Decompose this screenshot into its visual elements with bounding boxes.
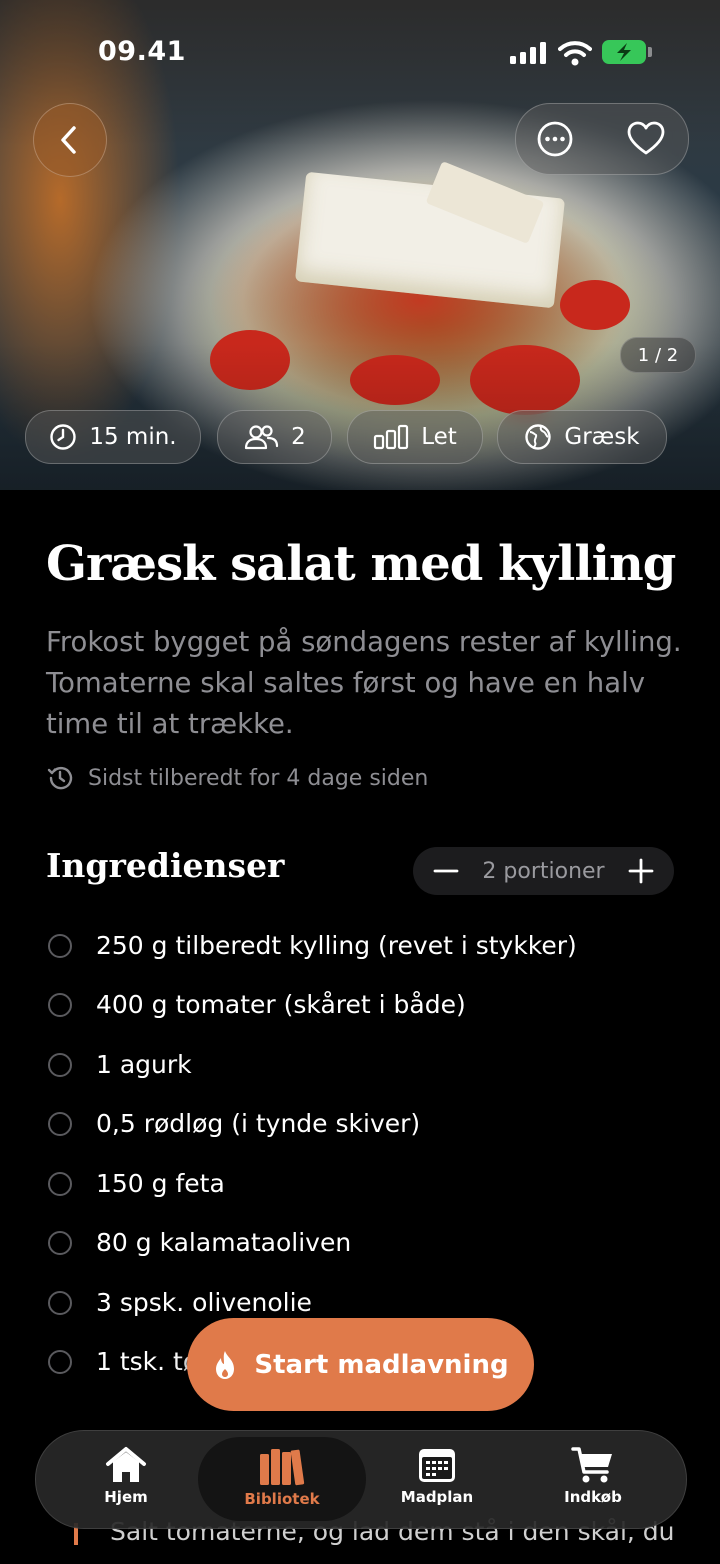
- back-button[interactable]: [33, 103, 107, 177]
- ingredient-item[interactable]: 0,5 rødløg (i tynde skiver): [48, 1109, 420, 1138]
- ingredient-item[interactable]: 1 agurk: [48, 1050, 192, 1079]
- ingredient-label: 3 spsk. olivenolie: [96, 1288, 312, 1317]
- ingredient-item[interactable]: 3 spsk. olivenolie: [48, 1288, 312, 1317]
- plus-icon[interactable]: [628, 858, 654, 884]
- ingredient-item[interactable]: 80 g kalamataoliven: [48, 1228, 351, 1257]
- recipe-title: Græsk salat med kylling: [46, 536, 676, 592]
- library-icon: [260, 1449, 305, 1486]
- meta-servings-pill: 2: [217, 410, 332, 464]
- flame-icon: [216, 1350, 235, 1379]
- checkbox-circle-icon[interactable]: [48, 1230, 72, 1255]
- checkbox-circle-icon[interactable]: [48, 1111, 72, 1136]
- ingredient-label: 150 g feta: [96, 1169, 225, 1198]
- tab-shopping[interactable]: Indkøb: [528, 1446, 658, 1506]
- image-counter: 1 / 2: [620, 337, 696, 373]
- last-cooked-label: Sidst tilberedt for 4 dage siden: [88, 765, 429, 791]
- ingredient-item[interactable]: 250 g tilberedt kylling (revet i stykker…: [48, 931, 577, 960]
- start-cooking-button[interactable]: Start madlavning: [187, 1318, 534, 1411]
- action-buttons-group: [515, 103, 689, 175]
- people-icon: [245, 425, 279, 450]
- portions-label: 2 portioner: [482, 858, 605, 884]
- globe-icon: [525, 424, 552, 450]
- calendar-icon: [419, 1449, 455, 1482]
- recipe-description: Frokost bygget på søndagens rester af ky…: [46, 626, 682, 740]
- tab-library[interactable]: Bibliotek: [217, 1446, 347, 1508]
- difficulty-bars-icon: [374, 424, 409, 450]
- ingredient-label: 250 g tilberedt kylling (revet i stykker…: [96, 931, 577, 960]
- tab-shopping-label: Indkøb: [564, 1488, 622, 1506]
- ingredient-label: 400 g tomater (skåret i både): [96, 990, 466, 1019]
- favorite-heart-icon[interactable]: [627, 121, 665, 157]
- portion-stepper: 2 portioner: [413, 847, 674, 895]
- ingredient-label: 1 agurk: [96, 1050, 192, 1079]
- ingredient-label: 0,5 rødløg (i tynde skiver): [96, 1109, 421, 1138]
- chevron-left-icon: [61, 126, 76, 154]
- tab-home[interactable]: Hjem: [61, 1446, 191, 1506]
- history-icon: [47, 766, 73, 790]
- battery-tip: [648, 47, 652, 57]
- checkbox-circle-icon[interactable]: [48, 1171, 72, 1196]
- ingredient-item[interactable]: 400 g tomater (skåret i både): [48, 990, 466, 1019]
- tab-library-label: Bibliotek: [244, 1490, 320, 1508]
- meta-difficulty-label: Let: [421, 424, 457, 450]
- tab-home-label: Hjem: [104, 1488, 148, 1506]
- meta-time-pill: 15 min.: [25, 410, 201, 464]
- home-icon: [106, 1447, 146, 1482]
- start-cooking-label: Start madlavning: [254, 1349, 509, 1380]
- minus-icon[interactable]: [433, 858, 459, 884]
- tab-meal-plan[interactable]: Madplan: [372, 1446, 502, 1506]
- wifi-icon: [558, 41, 592, 66]
- checkbox-circle-icon[interactable]: [48, 933, 72, 958]
- meta-difficulty-pill: Let: [347, 410, 483, 464]
- cellular-signal-icon: [510, 42, 550, 64]
- checkbox-circle-icon[interactable]: [48, 1052, 72, 1077]
- ingredient-label: 1 tsk. tø: [96, 1347, 199, 1376]
- meta-cuisine-pill: Græsk: [497, 410, 667, 464]
- tab-meal-plan-label: Madplan: [400, 1488, 474, 1506]
- checkbox-circle-icon[interactable]: [48, 992, 72, 1017]
- battery-icon: [602, 40, 646, 64]
- checkbox-circle-icon[interactable]: [48, 1349, 72, 1374]
- ingredients-heading: Ingredienser: [46, 846, 285, 885]
- last-cooked-row: Sidst tilberedt for 4 dage siden: [46, 764, 428, 792]
- ingredient-item[interactable]: 1 tsk. tø: [48, 1347, 198, 1376]
- meta-cuisine-label: Græsk: [564, 424, 640, 450]
- clock-icon: [50, 424, 77, 450]
- ingredient-item[interactable]: 150 g feta: [48, 1169, 225, 1198]
- cart-icon: [571, 1447, 612, 1483]
- ingredient-label: 80 g kalamataoliven: [96, 1228, 352, 1257]
- meta-servings-label: 2: [291, 424, 306, 450]
- more-options-icon[interactable]: [536, 120, 574, 158]
- status-time: 09.41: [98, 36, 186, 67]
- checkbox-circle-icon[interactable]: [48, 1290, 72, 1315]
- meta-time-label: 15 min.: [89, 424, 177, 450]
